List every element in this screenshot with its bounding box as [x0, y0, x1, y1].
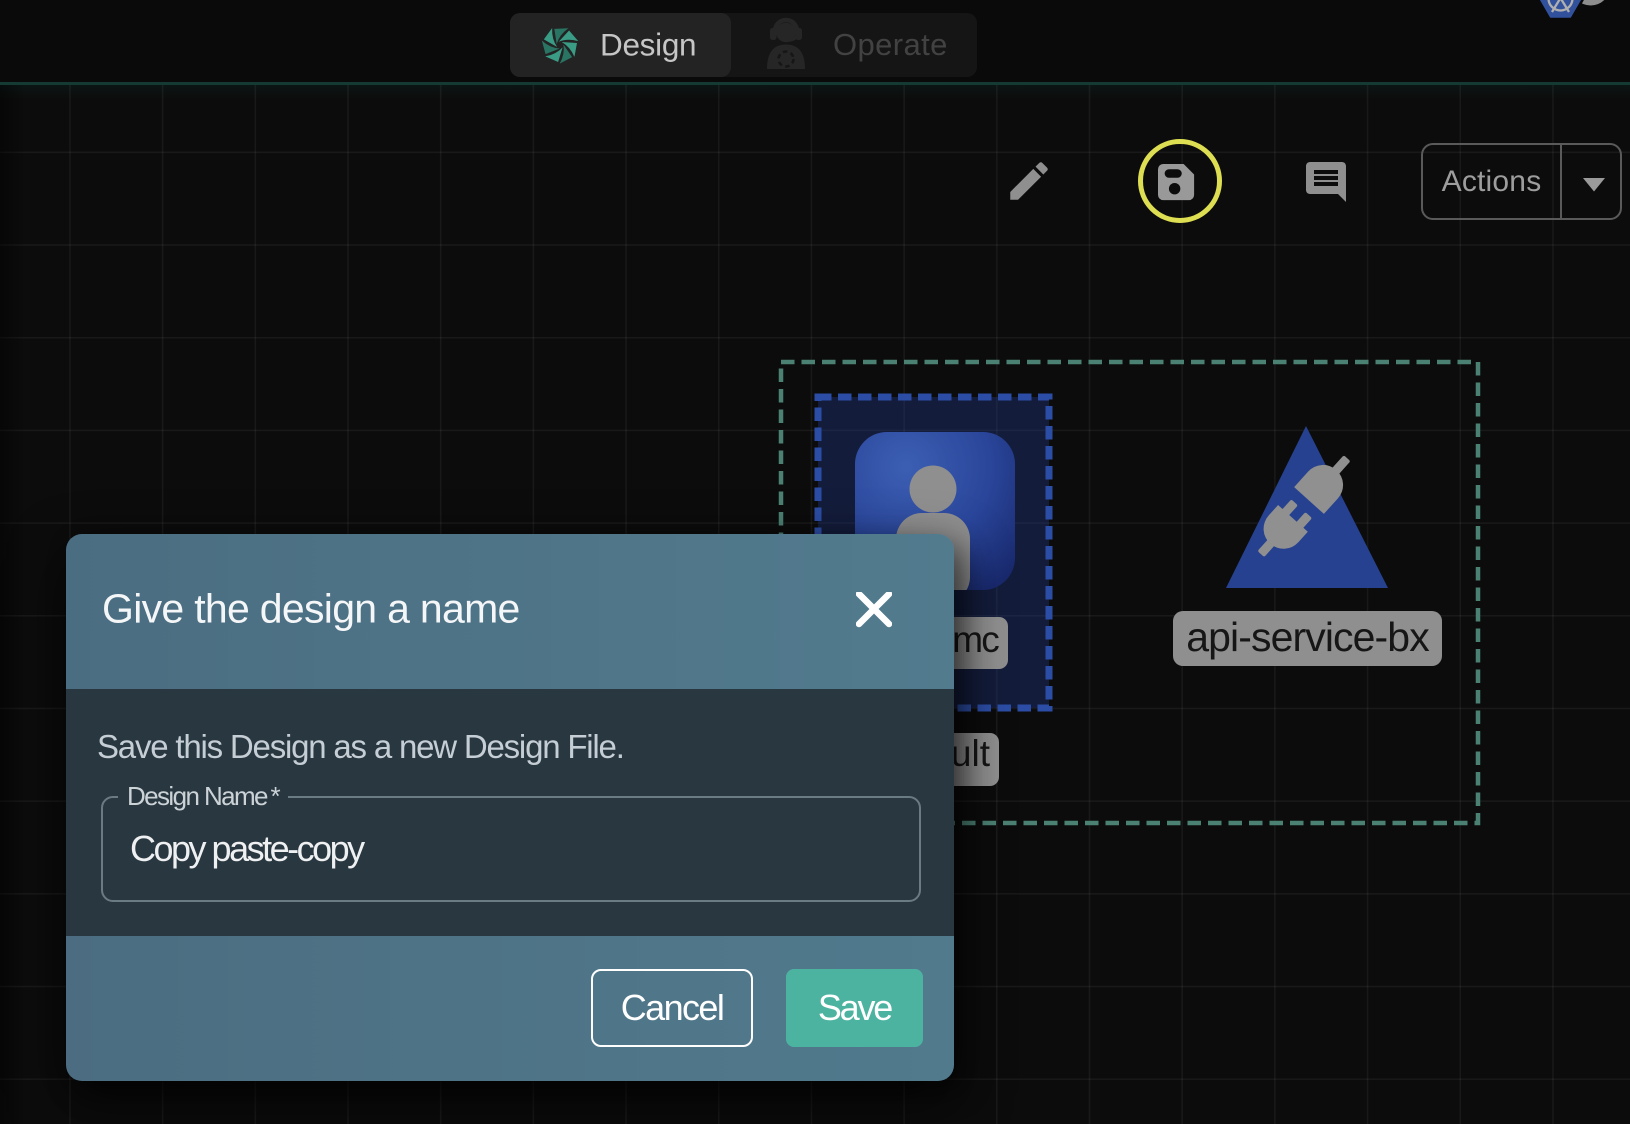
svg-text:ult: ult: [951, 733, 991, 774]
svg-text:api-service-bx: api-service-bx: [1186, 614, 1430, 660]
svg-text:mc: mc: [952, 619, 999, 660]
